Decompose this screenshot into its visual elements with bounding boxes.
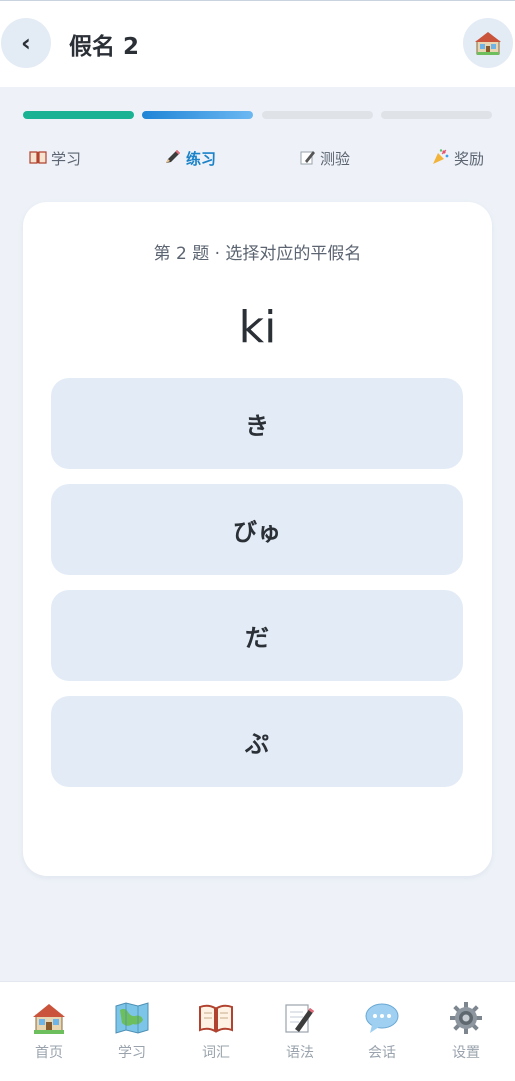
nav-label: 词汇 bbox=[202, 1045, 230, 1061]
progress-segment-learn bbox=[23, 111, 134, 119]
house-icon bbox=[475, 32, 501, 55]
nav-label: 首页 bbox=[35, 1045, 63, 1061]
house-icon bbox=[31, 1000, 67, 1036]
app-header: ‹ 假名 2 bbox=[0, 1, 515, 87]
memo-icon bbox=[282, 1000, 318, 1036]
tab-quiz[interactable]: 测验 bbox=[300, 148, 350, 169]
map-icon bbox=[114, 1000, 150, 1036]
progress-segment-practice bbox=[142, 111, 253, 119]
answer-option[interactable]: だ bbox=[51, 590, 463, 681]
answer-option[interactable]: ぷ bbox=[51, 696, 463, 787]
page-title: 假名 2 bbox=[69, 34, 140, 60]
nav-label: 会话 bbox=[368, 1045, 396, 1061]
nav-item-home[interactable]: 首页 bbox=[7, 982, 91, 1081]
tab-reward[interactable]: 奖励 bbox=[432, 148, 484, 169]
nav-label: 语法 bbox=[286, 1045, 314, 1061]
question-text: 第 2 题 · 选择对应的平假名 bbox=[153, 244, 362, 264]
chevron-left-icon: ‹ bbox=[21, 29, 31, 57]
nav-item-settings[interactable]: 设置 bbox=[424, 982, 508, 1081]
nav-item-vocab[interactable]: 词汇 bbox=[174, 982, 258, 1081]
open-book-icon bbox=[198, 1000, 234, 1036]
tab-label: 练习 bbox=[186, 150, 217, 168]
nav-item-conversation[interactable]: 会话 bbox=[340, 982, 424, 1081]
nav-label: 学习 bbox=[118, 1045, 146, 1061]
tab-learn[interactable]: 学习 bbox=[29, 148, 81, 169]
speech-bubble-icon bbox=[364, 1000, 400, 1036]
quiz-card: 第 2 题 · 选择对应的平假名 ki き びゅ だ ぷ bbox=[23, 202, 492, 876]
bottom-nav: 首页 学习 词汇 语法 会话 设置 bbox=[0, 981, 515, 1081]
tab-label: 奖励 bbox=[454, 150, 485, 168]
tab-practice[interactable]: 练习 bbox=[164, 148, 216, 169]
progress-segment-quiz bbox=[262, 111, 373, 119]
gear-icon bbox=[448, 1000, 484, 1036]
memo-icon bbox=[300, 149, 316, 169]
nav-item-learn[interactable]: 学习 bbox=[90, 982, 174, 1081]
tab-label: 学习 bbox=[51, 150, 82, 168]
romaji-prompt: ki bbox=[238, 302, 277, 353]
party-popper-icon bbox=[432, 148, 450, 169]
nav-item-grammar[interactable]: 语法 bbox=[258, 982, 342, 1081]
home-button[interactable] bbox=[463, 18, 513, 68]
answer-option[interactable]: き bbox=[51, 378, 463, 469]
progress-segment-reward bbox=[381, 111, 492, 119]
book-icon bbox=[29, 150, 47, 168]
tab-label: 测验 bbox=[320, 150, 351, 168]
nav-label: 设置 bbox=[452, 1045, 480, 1061]
pencil-icon bbox=[164, 149, 182, 169]
answer-option[interactable]: びゅ bbox=[51, 484, 463, 575]
back-button[interactable]: ‹ bbox=[1, 18, 51, 68]
